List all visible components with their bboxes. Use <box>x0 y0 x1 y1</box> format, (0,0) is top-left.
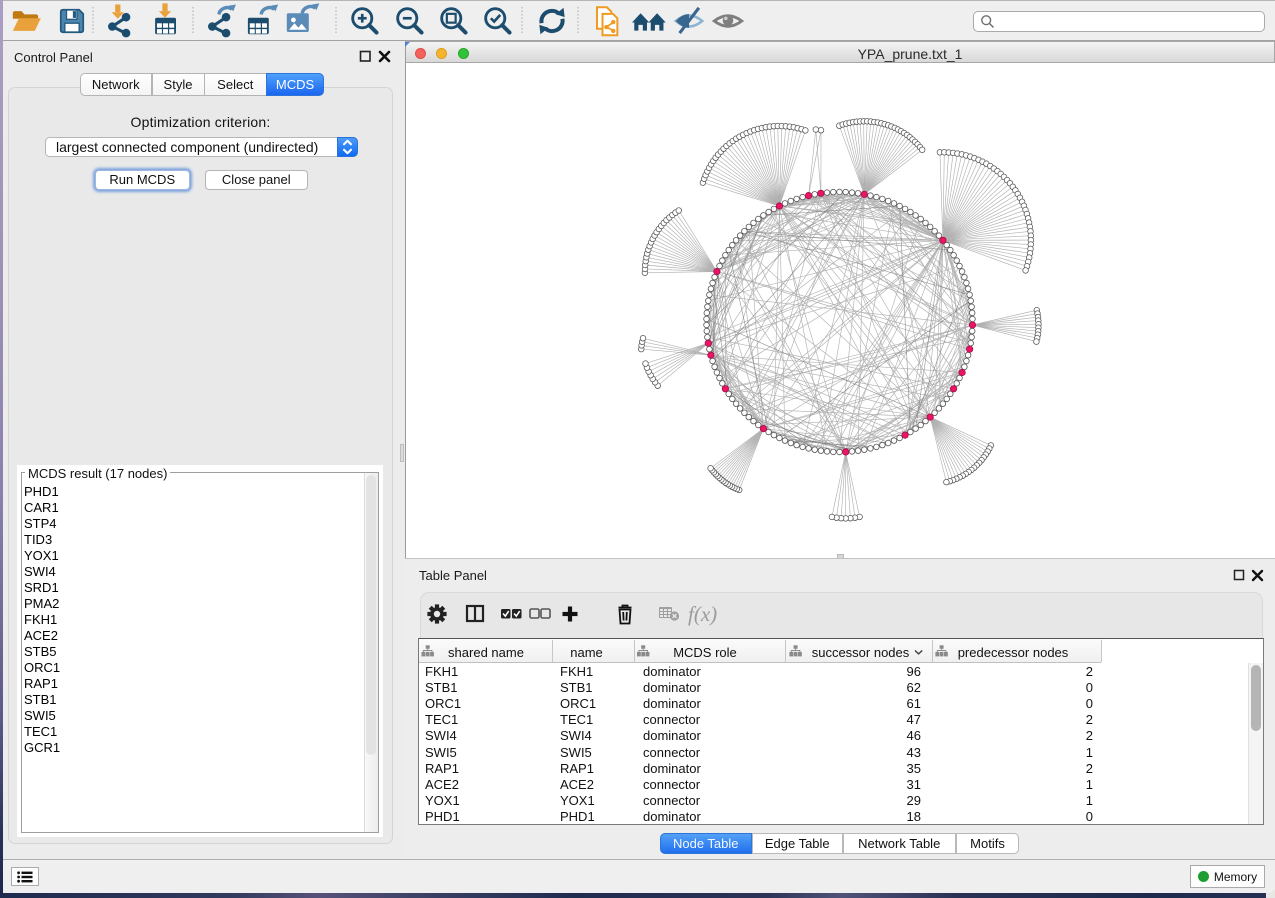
svg-text:f(x): f(x) <box>688 602 717 626</box>
